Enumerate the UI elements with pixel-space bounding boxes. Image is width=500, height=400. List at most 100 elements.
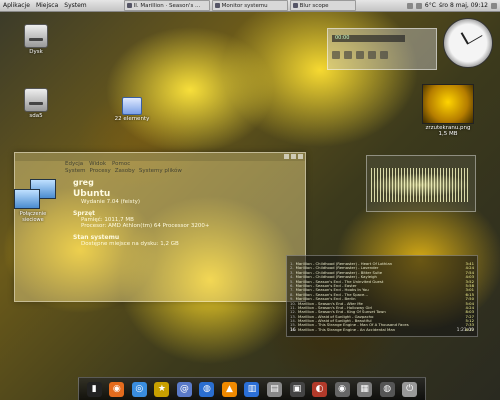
play-icon[interactable]: [344, 51, 352, 59]
menu-places[interactable]: Miejsca: [33, 2, 61, 9]
playlist-footer: 16 1:21:09: [290, 328, 474, 334]
menu-edit[interactable]: Edycja: [65, 161, 83, 168]
track-number: 2.: [290, 266, 294, 271]
weather-label[interactable]: 6°C: [425, 2, 436, 9]
desktop-icon-label: 22 elementy: [114, 116, 150, 122]
hard-drive-icon: [24, 88, 48, 112]
track-title: Marillion - Season's End - Easter: [295, 283, 357, 288]
track-title: Marillion - Childhood (Remaster) - Kayle…: [295, 275, 377, 280]
desktop-icon-folder[interactable]: 22 elementy: [112, 97, 152, 122]
monitor-icon: [14, 189, 40, 209]
track-number: 14.: [290, 319, 297, 324]
window-tabs: System Procesy Zasoby Systemy plików: [15, 168, 305, 176]
track-title: Marillion - Childhood (Remaster) - Laven…: [295, 266, 379, 271]
folder-icon: [122, 97, 142, 115]
camera-icon[interactable]: ▣: [289, 381, 305, 397]
gallery-icon[interactable]: ▦: [357, 381, 373, 397]
menu-applications[interactable]: Aplikacje: [0, 2, 33, 9]
waveform-display: [371, 168, 469, 202]
tab-resources[interactable]: Zasoby: [115, 168, 135, 176]
star-icon[interactable]: ★: [154, 381, 170, 397]
status-heading: Stan systemu: [73, 234, 120, 241]
track-number: 4.: [290, 275, 294, 280]
globe-icon[interactable]: ◍: [199, 381, 215, 397]
track-title: Marillion - Season's End - Berlin: [295, 297, 356, 302]
menu-help[interactable]: Pomoc: [112, 161, 130, 168]
previous-icon[interactable]: [332, 51, 340, 59]
track-title: Marillion - Afraid of Sunlight - Beautif…: [298, 319, 372, 324]
minimize-icon[interactable]: [284, 154, 289, 159]
desktop-icon-size: 1,5 MB: [438, 131, 458, 137]
stop-icon[interactable]: [368, 51, 376, 59]
clock-label[interactable]: śro 8 maj, 09:12: [439, 2, 488, 9]
desktop-icon-label: Dysk: [29, 49, 43, 55]
playlist-window[interactable]: 1. Marillion - Childhood (Remaster) - Hea…: [286, 255, 478, 337]
player-task-icon: [126, 3, 132, 8]
vlc-icon[interactable]: ▲: [221, 381, 237, 397]
track-number: 8.: [290, 292, 294, 297]
menu-view[interactable]: Widok: [89, 161, 106, 168]
task-player-label: II. Marillion · Season's ...: [133, 2, 201, 9]
firefox-icon[interactable]: ◉: [109, 381, 125, 397]
library-icon[interactable]: ▥: [244, 381, 260, 397]
tab-system[interactable]: System: [65, 168, 86, 176]
burner-icon[interactable]: ◉: [334, 381, 350, 397]
application-dock: ▮ ◉ ◎ ★ @ ◍ ▲ ▥ ▤ ▣ ◐ ◉ ▦ ◍ ⏻: [78, 377, 426, 400]
player-controls: [332, 51, 388, 59]
playlist-rows: 1. Marillion - Childhood (Remaster) - Hea…: [287, 262, 477, 332]
mail-icon[interactable]: @: [176, 381, 192, 397]
desktop-icon-sda5[interactable]: sda5: [16, 88, 56, 119]
track-title: Marillion - Childhood (Remaster) - Heart…: [295, 262, 393, 266]
media-icon[interactable]: ◐: [312, 381, 328, 397]
disk-space-value: Dostępne miejsce na dysku: 1,2 GB: [81, 241, 179, 247]
desktop-icon-screenshot[interactable]: zrzutekranu.png 1,5 MB: [420, 84, 476, 137]
text-editor-icon[interactable]: ▤: [267, 381, 283, 397]
window-titlebar[interactable]: [15, 153, 305, 161]
pause-icon[interactable]: [356, 51, 364, 59]
tab-processes[interactable]: Procesy: [90, 168, 111, 176]
track-number: 11.: [290, 305, 297, 310]
player-display: 00:00: [332, 35, 405, 42]
music-player-widget[interactable]: 00:00: [327, 28, 437, 70]
power-tray-icon[interactable]: [491, 2, 497, 9]
task-blur-scope[interactable]: Blur scope: [289, 0, 356, 11]
window-menubar: Edycja Widok Pomoc: [15, 161, 305, 168]
track-number: 6.: [290, 283, 294, 288]
hard-drive-icon: [24, 24, 48, 48]
volume-tray-icon[interactable]: [415, 2, 422, 9]
track-number: 1.: [290, 262, 294, 266]
hardware-heading: Sprzęt: [73, 210, 96, 217]
power-icon[interactable]: ⏻: [402, 381, 418, 397]
top-panel: Aplikacje Miejsca System II. Marillion ·…: [0, 0, 500, 12]
track-title: Marillion - Afraid of Sunlight - Gazpach…: [298, 314, 374, 319]
next-icon[interactable]: [380, 51, 388, 59]
network-icon[interactable]: ◎: [131, 381, 147, 397]
analog-clock-widget: [443, 18, 493, 68]
task-player[interactable]: II. Marillion · Season's ...: [123, 0, 210, 11]
trash-icon[interactable]: ◍: [379, 381, 395, 397]
blur-scope-visualizer[interactable]: [366, 155, 476, 212]
system-info-panel: greg Ubuntu Wydanie 7.04 (feisty) Sprzęt…: [15, 176, 305, 247]
maximize-icon[interactable]: [291, 154, 296, 159]
playlist-total-time: 1:21:09: [456, 328, 474, 333]
track-title: Marillion - Season's End - After Me: [298, 301, 363, 306]
terminal-icon[interactable]: ▮: [86, 381, 102, 397]
track-number: 10.: [290, 301, 297, 306]
desktop-icon-label: sda5: [29, 113, 43, 119]
close-icon[interactable]: [298, 154, 303, 159]
task-system-monitor[interactable]: Monitor systemu: [211, 0, 288, 11]
processor-value: Procesor: AMD Athlon(tm) 64 Processor 32…: [81, 223, 210, 229]
track-title: Marillion - Season's End - The Uninvited…: [295, 279, 384, 284]
menu-system[interactable]: System: [61, 2, 89, 9]
tab-filesystems[interactable]: Systemy plików: [139, 168, 182, 176]
track-number: 7.: [290, 288, 294, 293]
network-widget[interactable]: Połączenie sieciowe: [10, 175, 56, 223]
system-monitor-window[interactable]: Edycja Widok Pomoc System Procesy Zasoby…: [14, 152, 306, 302]
track-number: 15.: [290, 323, 297, 328]
network-tray-icon[interactable]: [406, 2, 413, 9]
image-thumbnail-icon: [422, 84, 474, 124]
track-number: 9.: [290, 297, 294, 302]
monitor-task-icon: [214, 3, 220, 8]
desktop-icon-drive[interactable]: Dysk: [16, 24, 56, 55]
scope-task-icon: [292, 3, 298, 8]
